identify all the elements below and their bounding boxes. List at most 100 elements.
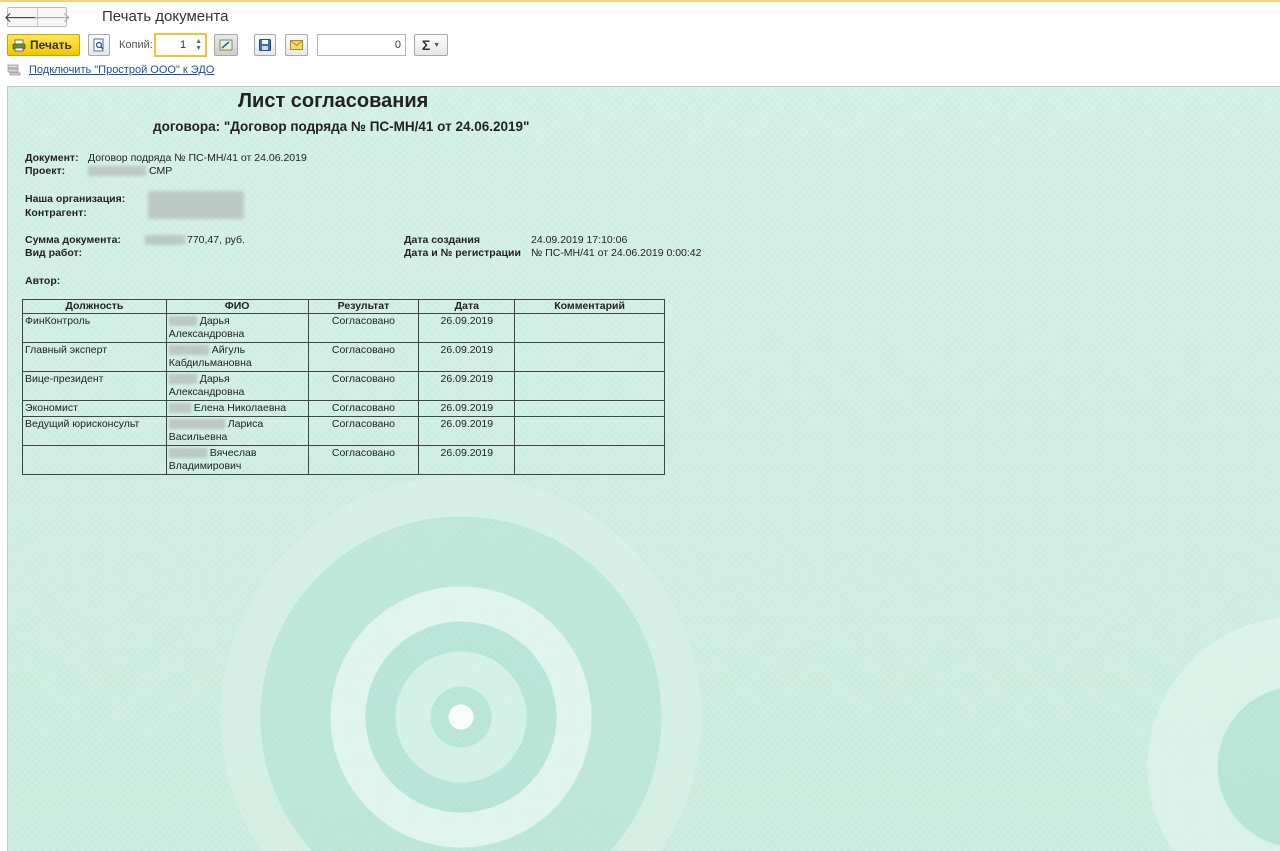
fio-cell: Дарья Александровна bbox=[165, 313, 309, 343]
position-cell: Главный эксперт bbox=[22, 342, 167, 372]
fio-name: Айгуль bbox=[211, 344, 246, 356]
print-preview-sheet: Лист согласования договора: "Договор под… bbox=[7, 86, 1280, 851]
sum-value: 770,47, руб. bbox=[187, 234, 245, 246]
document-subtitle: договора: "Договор подряда № ПС-МН/41 от… bbox=[153, 119, 530, 134]
magnifier-page-icon bbox=[93, 38, 103, 52]
result-cell: Согласовано bbox=[307, 342, 420, 372]
copies-value: 1 bbox=[180, 39, 187, 51]
fio-cell: Елена Николаевна bbox=[165, 400, 309, 417]
table-row: Вице-президент Дарья Александровна Соглас… bbox=[22, 371, 665, 401]
date-cell: 26.09.2019 bbox=[418, 313, 516, 343]
result-cell: Согласовано bbox=[307, 400, 420, 417]
redacted-surname bbox=[168, 403, 191, 414]
save-button[interactable] bbox=[254, 34, 276, 56]
sigma-icon: Σ bbox=[421, 37, 431, 53]
copies-stepper[interactable]: ▲ ▼ bbox=[195, 38, 202, 52]
date-cell: 26.09.2019 bbox=[418, 416, 516, 446]
comment-cell bbox=[514, 416, 665, 446]
position-cell bbox=[22, 445, 167, 475]
redacted-surname bbox=[168, 345, 209, 356]
created-value: 24.09.2019 17:10:06 bbox=[531, 234, 628, 246]
forward-button[interactable]: 🡒 bbox=[33, 8, 71, 26]
document-value: Договор подряда № ПС-МН/41 от 24.06.2019 bbox=[88, 152, 307, 164]
arrow-right-icon: 🡒 bbox=[33, 8, 71, 25]
fio-patronymic: Владимирович bbox=[168, 460, 242, 472]
comment-cell bbox=[514, 445, 665, 475]
date-cell: 26.09.2019 bbox=[418, 445, 516, 475]
window-title: Печать документа bbox=[102, 8, 229, 25]
preview-button[interactable] bbox=[88, 34, 110, 56]
print-button-label: Печать bbox=[30, 38, 72, 52]
position-cell: Экономист bbox=[22, 400, 167, 417]
project-label: Проект: bbox=[25, 165, 66, 177]
fio-name: Елена Николаевна bbox=[193, 402, 287, 414]
table-header-row: Должность ФИО Результат Дата Комментарий bbox=[22, 299, 665, 314]
created-label: Дата создания bbox=[404, 234, 480, 246]
result-cell: Согласовано bbox=[307, 313, 420, 343]
fio-name: Лариса bbox=[227, 418, 264, 430]
author-label: Автор: bbox=[25, 275, 61, 287]
project-value: СМР bbox=[149, 165, 173, 177]
edo-connect-row: Подключить "Прострой ООО" к ЭДО bbox=[7, 64, 214, 76]
date-cell: 26.09.2019 bbox=[418, 371, 516, 401]
registration-label: Дата и № регистрации bbox=[404, 247, 521, 259]
edit-sheet-icon bbox=[219, 39, 233, 51]
edo-connect-link[interactable]: Подключить "Прострой ООО" к ЭДО bbox=[29, 64, 214, 76]
column-header: ФИО bbox=[165, 299, 309, 314]
column-header: Дата bbox=[418, 299, 516, 314]
printer-icon bbox=[12, 39, 26, 51]
our-organization-label: Наша организация: bbox=[25, 193, 126, 205]
edit-mode-button[interactable] bbox=[214, 34, 238, 56]
comment-cell bbox=[514, 371, 665, 401]
redacted-surname bbox=[168, 374, 197, 385]
result-cell: Согласовано bbox=[307, 445, 420, 475]
position-cell: Ведущий юрисконсульт bbox=[22, 416, 167, 446]
document-title: Лист согласования bbox=[238, 90, 429, 112]
column-header: Результат bbox=[307, 299, 420, 314]
copies-input[interactable]: 1 ▲ ▼ bbox=[154, 33, 207, 57]
chevron-down-icon: ▼ bbox=[433, 41, 441, 49]
fio-patronymic: Александровна bbox=[168, 386, 245, 398]
edo-document-icon bbox=[7, 64, 21, 76]
approvals-table: Должность ФИО Результат Дата Комментарий… bbox=[22, 299, 665, 475]
document-label: Документ: bbox=[25, 152, 79, 164]
floppy-disk-icon bbox=[259, 39, 271, 51]
column-header: Комментарий bbox=[514, 299, 665, 314]
fio-cell: Дарья Александровна bbox=[165, 371, 309, 401]
send-email-button[interactable] bbox=[285, 34, 308, 56]
result-cell: Согласовано bbox=[307, 416, 420, 446]
navigation-buttons: 🡐 🡒 bbox=[4, 7, 71, 27]
fio-cell: Лариса Васильевна bbox=[165, 416, 309, 446]
comment-cell bbox=[514, 400, 665, 417]
column-header: Должность bbox=[22, 299, 167, 314]
table-row: Экономист Елена Николаевна Согласовано 2… bbox=[22, 400, 665, 417]
sum-label: Сумма документа: bbox=[25, 234, 121, 246]
sum-menu-button[interactable]: Σ ▼ bbox=[414, 34, 448, 56]
window-top-accent bbox=[0, 0, 1280, 2]
fio-patronymic: Александровна bbox=[168, 328, 245, 340]
copies-label: Копий: bbox=[119, 39, 153, 51]
redacted-surname bbox=[168, 419, 225, 430]
fio-name: Вячеслав bbox=[209, 447, 257, 459]
fio-patronymic: Васильевна bbox=[168, 431, 228, 443]
counterparty-label: Контрагент: bbox=[25, 207, 87, 219]
date-cell: 26.09.2019 bbox=[418, 400, 516, 417]
redacted-sum bbox=[145, 235, 185, 245]
fio-cell: Айгуль Кабдильмановна bbox=[165, 342, 309, 372]
spin-down-icon[interactable]: ▼ bbox=[195, 45, 202, 52]
spin-up-icon[interactable]: ▲ bbox=[195, 38, 202, 45]
work-type-label: Вид работ: bbox=[25, 247, 83, 259]
result-cell: Согласовано bbox=[307, 371, 420, 401]
date-cell: 26.09.2019 bbox=[418, 342, 516, 372]
print-button[interactable]: Печать bbox=[7, 34, 80, 56]
redacted-surname bbox=[168, 316, 197, 327]
fio-name: Дарья bbox=[199, 315, 230, 327]
comment-cell bbox=[514, 342, 665, 372]
registration-value: № ПС-МН/41 от 24.06.2019 0:00:42 bbox=[531, 247, 702, 259]
position-cell: ФинКонтроль bbox=[22, 313, 167, 343]
sum-field[interactable]: 0 bbox=[317, 34, 406, 56]
envelope-icon bbox=[290, 40, 303, 50]
fio-cell: Вячеслав Владимирович bbox=[165, 445, 309, 475]
table-row: Ведущий юрисконсульт Лариса Васильевна Со… bbox=[22, 416, 665, 446]
table-row: Главный эксперт Айгуль Кабдильмановна Сог… bbox=[22, 342, 665, 372]
